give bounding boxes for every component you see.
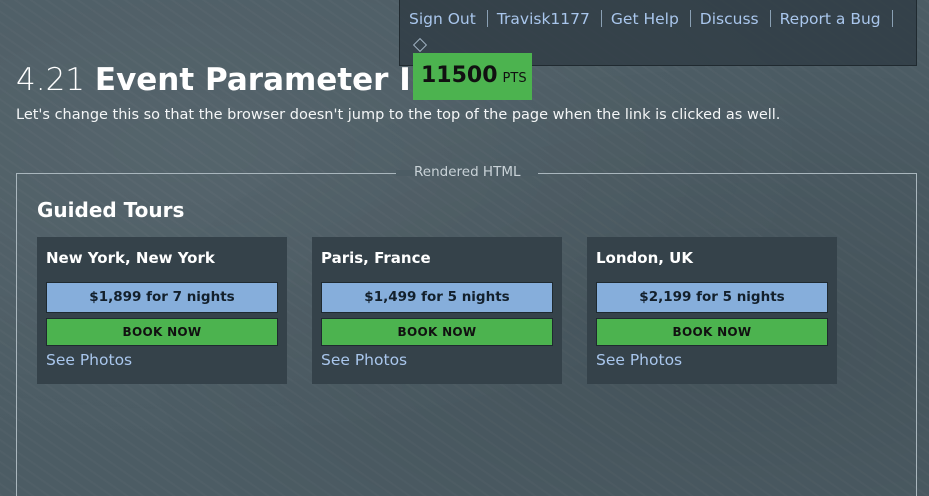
challenge-description: Let's change this so that the browser do… — [16, 107, 781, 123]
book-now-button[interactable]: BOOK NOW — [321, 318, 553, 346]
price-button[interactable]: $1,499 for 5 nights — [321, 282, 553, 313]
see-photos-link[interactable]: See Photos — [321, 351, 553, 369]
nav-divider — [769, 10, 771, 27]
tour-card: New York, New York $1,899 for 7 nights B… — [37, 237, 287, 384]
page-title: 4.21 Event Parameter II — [16, 60, 422, 100]
price-button[interactable]: $2,199 for 5 nights — [596, 282, 828, 313]
get-help-link[interactable]: Get Help — [611, 10, 679, 28]
report-bug-link[interactable]: Report a Bug — [780, 10, 881, 28]
diamond-icon[interactable] — [412, 37, 428, 53]
tour-card: Paris, France $1,499 for 5 nights BOOK N… — [312, 237, 562, 384]
points-value: 11500 — [421, 63, 498, 88]
tour-city: New York, New York — [46, 249, 215, 267]
discuss-link[interactable]: Discuss — [700, 10, 759, 28]
price-button[interactable]: $1,899 for 7 nights — [46, 282, 278, 313]
challenge-name: Event Parameter II — [94, 62, 423, 98]
nav-divider — [689, 10, 691, 27]
nav-divider — [891, 10, 893, 27]
points-unit: PTS — [502, 71, 527, 86]
nav-divider — [600, 10, 602, 27]
see-photos-link[interactable]: See Photos — [46, 351, 278, 369]
points-badge: 11500 PTS — [413, 53, 532, 100]
section-title: Guided Tours — [37, 198, 185, 222]
frame-legend: Rendered HTML — [414, 164, 521, 180]
tour-city: Paris, France — [321, 249, 431, 267]
tour-city: London, UK — [596, 249, 693, 267]
see-photos-link[interactable]: See Photos — [596, 351, 828, 369]
book-now-button[interactable]: BOOK NOW — [46, 318, 278, 346]
username-link[interactable]: Travisk1177 — [497, 10, 590, 28]
challenge-number: 4.21 — [16, 62, 86, 98]
tour-card: London, UK $2,199 for 5 nights BOOK NOW … — [587, 237, 837, 384]
nav-divider — [486, 10, 488, 27]
book-now-button[interactable]: BOOK NOW — [596, 318, 828, 346]
sign-out-link[interactable]: Sign Out — [409, 10, 476, 28]
